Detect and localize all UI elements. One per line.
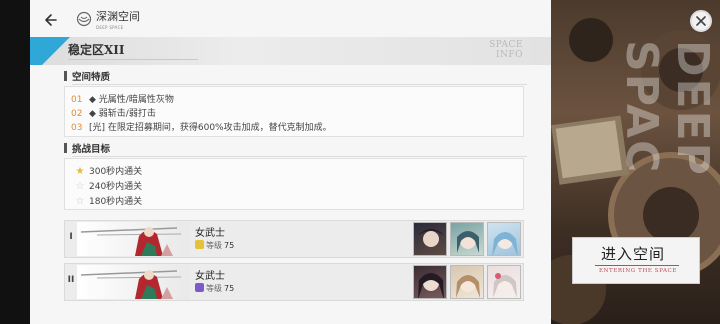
- trait-text: ◆ 弱斩击/弱打击: [89, 109, 156, 119]
- team-level: 等级 75: [195, 283, 234, 294]
- trait-text: [光] 在限定招募期间，获得600%攻击加成，替代克制加成。: [89, 123, 332, 133]
- section-marker: [64, 71, 67, 81]
- star-empty-icon: ☆: [75, 181, 85, 192]
- trait-item: 03 [光] 在限定招募期间，获得600%攻击加成，替代克制加成。: [71, 120, 332, 133]
- top-bar: 深渊空间 DEEP SPACE: [30, 0, 551, 36]
- trait-item: 01 ◆ 光属性/暗属性灰物: [71, 92, 174, 105]
- team-row[interactable]: I 女武士 等级 75: [64, 220, 524, 258]
- enter-space-sublabel: ENTERING THE SPACE: [599, 268, 677, 274]
- enter-space-label: 进入空间: [601, 245, 666, 263]
- close-icon: [696, 16, 706, 26]
- goals-heading: 挑战目标: [72, 144, 111, 155]
- close-button[interactable]: [690, 10, 712, 32]
- zone-title-underline: [68, 59, 198, 60]
- space-info-panel: 深渊空间 DEEP SPACE 稳定区XII SPACE INFO 空间特质 0…: [30, 0, 551, 324]
- team-level: 等级 75: [195, 240, 234, 251]
- leader-art: [77, 265, 189, 299]
- level-value: 75: [224, 284, 235, 293]
- member-portraits: [413, 265, 523, 299]
- samurai-portrait-icon: [80, 227, 182, 256]
- rarity-badge-icon: [195, 283, 204, 292]
- member-portrait-icon[interactable]: [413, 265, 447, 299]
- space-info-line-1: SPACE: [489, 40, 523, 50]
- goal-item: ★ 300秒内通关: [71, 164, 143, 177]
- trait-text: ◆ 光属性/暗属性灰物: [89, 95, 174, 105]
- space-info-line-2: INFO: [495, 50, 523, 60]
- goal-item: ☆ 240秒内通关: [71, 179, 143, 192]
- enter-space-divider: [595, 265, 679, 266]
- member-portrait-icon[interactable]: [450, 265, 484, 299]
- section-divider: [72, 84, 527, 85]
- trait-number: 03: [71, 123, 83, 133]
- goal-item: ☆ 180秒内通关: [71, 194, 143, 207]
- rarity-badge-icon: [195, 240, 204, 249]
- goals-section-header: 挑战目标: [64, 141, 527, 157]
- section-marker: [64, 143, 67, 153]
- traits-card: 01 ◆ 光属性/暗属性灰物 02 ◆ 弱斩击/弱打击 03 [光] 在限定招募期间，…: [64, 86, 524, 137]
- space-info-label: SPACE INFO: [489, 40, 523, 60]
- left-edge-strip: [0, 0, 30, 324]
- trait-number: 01: [71, 95, 83, 105]
- team-leader-name: 女武士: [195, 271, 225, 282]
- member-portrait-icon[interactable]: [487, 265, 521, 299]
- member-portrait-icon[interactable]: [487, 222, 521, 256]
- team-tag: I: [69, 232, 73, 242]
- goal-text: 300秒内通关: [89, 167, 143, 177]
- zone-title: 稳定区XII: [68, 43, 125, 57]
- team-row[interactable]: II 女武士 等级 75: [64, 263, 524, 301]
- trait-item: 02 ◆ 弱斩击/弱打击: [71, 106, 156, 119]
- zone-accent-stripe: [30, 37, 70, 65]
- abyss-logo-icon: [76, 11, 92, 27]
- samurai-portrait-icon: [80, 270, 182, 299]
- traits-section-header: 空间特质: [64, 69, 527, 85]
- level-label: 等级: [206, 241, 222, 250]
- arrow-left-icon: [45, 14, 57, 26]
- section-divider: [72, 156, 527, 157]
- page-title: 深渊空间: [96, 10, 140, 23]
- team-tag: II: [67, 275, 75, 285]
- star-empty-icon: ☆: [75, 196, 85, 207]
- page-subtitle: DEEP SPACE: [96, 25, 124, 30]
- trait-number: 02: [71, 109, 83, 119]
- traits-heading: 空间特质: [72, 72, 111, 83]
- level-value: 75: [224, 241, 235, 250]
- member-portrait-icon[interactable]: [450, 222, 484, 256]
- level-label: 等级: [206, 284, 222, 293]
- star-filled-icon: ★: [75, 166, 85, 177]
- team-leader-name: 女武士: [195, 228, 225, 239]
- leader-art: [77, 222, 189, 256]
- enter-space-button[interactable]: 进入空间 ENTERING THE SPACE: [572, 237, 700, 284]
- back-button[interactable]: [42, 10, 62, 30]
- goal-text: 180秒内通关: [89, 197, 143, 207]
- member-portraits: [413, 222, 523, 256]
- member-portrait-icon[interactable]: [413, 222, 447, 256]
- goal-text: 240秒内通关: [89, 182, 143, 192]
- goals-card: ★ 300秒内通关 ☆ 240秒内通关 ☆ 180秒内通关: [64, 158, 524, 210]
